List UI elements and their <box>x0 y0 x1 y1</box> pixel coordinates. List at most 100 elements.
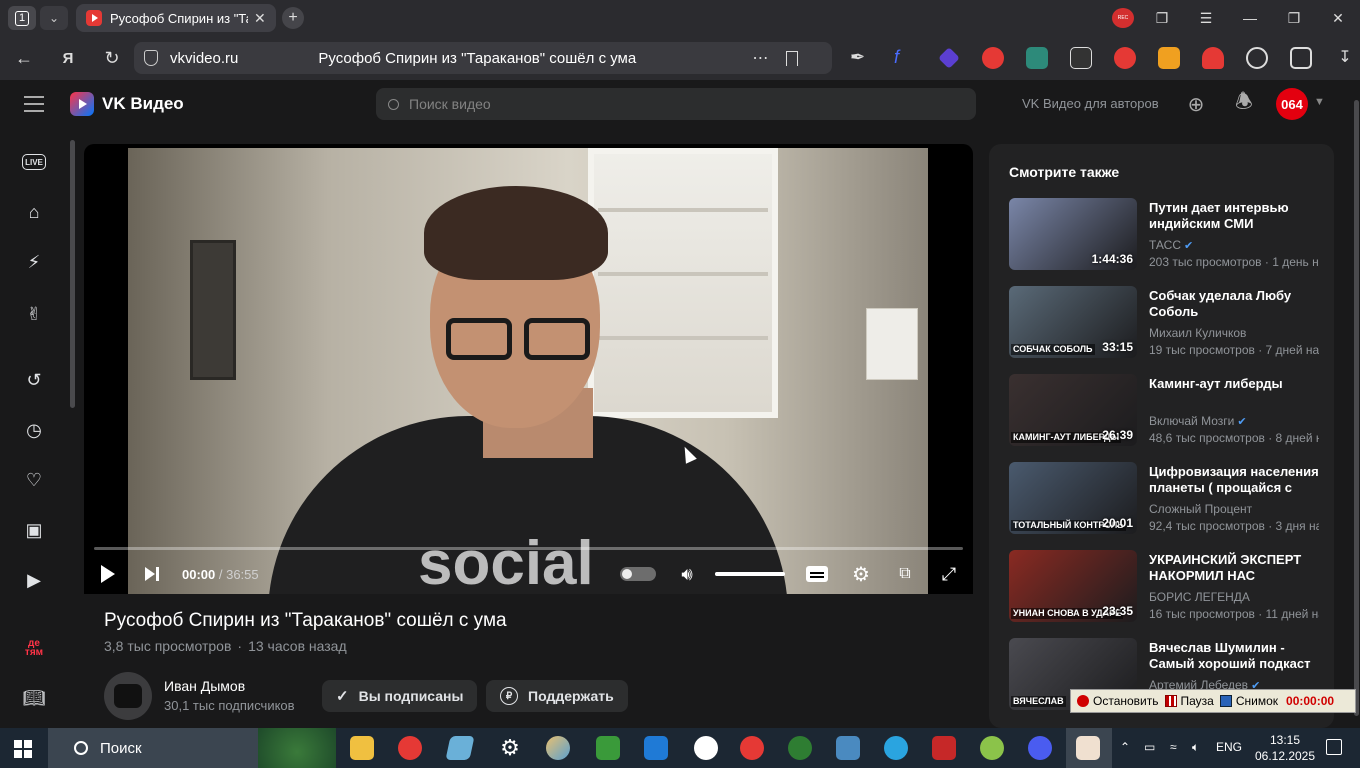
volume-slider[interactable] <box>715 572 785 576</box>
nav-playlists-icon[interactable]: ▶ <box>22 568 46 592</box>
diamond-extension-icon[interactable] <box>938 47 960 69</box>
tray-chevron-up-icon[interactable]: ⌃ <box>1120 740 1130 754</box>
messenger-app-icon[interactable] <box>1028 736 1052 760</box>
recommended-video-title[interactable]: Собчак уделала Любу Соболь <box>1149 288 1319 320</box>
people-app-icon[interactable] <box>836 736 860 760</box>
tab-close-icon[interactable]: ✕ <box>254 10 266 27</box>
language-indicator[interactable]: ENG <box>1216 740 1242 754</box>
recommended-video-card[interactable]: ТОТАЛЬНЫЙ КОНТРОЛЬ 20:01 Цифровизация насе… <box>1009 462 1327 536</box>
yandex-music-icon[interactable] <box>740 736 764 760</box>
paint-app-icon[interactable] <box>546 736 570 760</box>
file-explorer-icon[interactable] <box>350 736 374 760</box>
notes-app-icon[interactable] <box>445 736 475 760</box>
nav-kids-logo[interactable]: де тям <box>22 636 46 660</box>
recorder-app-icon[interactable] <box>1076 736 1100 760</box>
for-authors-link[interactable]: VK Видео для авторов <box>1022 96 1159 111</box>
play-button[interactable] <box>96 562 120 586</box>
burger-menu-icon[interactable] <box>24 96 44 117</box>
yandex-icon[interactable]: Я <box>56 46 80 70</box>
recommended-video-card[interactable]: УНИАН СНОВА В УДАРЕ 23:35 УКРАИНСКИЙ ЭКСПЕ… <box>1009 550 1327 624</box>
recommended-video-author[interactable]: Михаил Куличков <box>1149 326 1246 340</box>
s-extension-icon[interactable] <box>1026 47 1048 69</box>
youtube-extension-icon[interactable] <box>1114 47 1136 69</box>
recommended-video-card[interactable]: СОБЧАК СОБОЛЬ 33:15 Собчак уделала Любу Со… <box>1009 286 1327 360</box>
vscode-icon[interactable] <box>644 736 668 760</box>
recommended-video-title[interactable]: УКРАИНСКИЙ ЭКСПЕРТ НАКОРМИЛ НАС СКАЗКАМИ <box>1149 552 1319 584</box>
battery-icon[interactable]: ▭ <box>1144 740 1155 754</box>
restore-button[interactable]: ❐ <box>1272 10 1316 27</box>
miniplayer-icon[interactable]: ⧉ <box>893 562 917 586</box>
speaker-icon[interactable]: 🔈︎ <box>1192 740 1199 755</box>
heart-extension-icon[interactable] <box>1202 47 1224 69</box>
orange-extension-icon[interactable] <box>1158 47 1180 69</box>
recommended-video-thumbnail[interactable]: ТОТАЛЬНЫЙ КОНТРОЛЬ 20:01 <box>1009 462 1137 534</box>
recommended-video-author[interactable]: Сложный Процент <box>1149 502 1252 516</box>
browser-tab[interactable]: Русофоб Спирин из "Тараканов" сошёл с ум… <box>76 4 276 32</box>
page-scrollbar[interactable] <box>1354 100 1359 716</box>
recommended-video-title[interactable]: Вячеслав Шумилин - Самый хороший подкаст <box>1149 640 1319 672</box>
back-arrow-icon[interactable]: ← <box>12 46 36 70</box>
filezilla-icon[interactable] <box>932 736 956 760</box>
subscribed-button[interactable]: ✓ Вы подписаны <box>322 680 478 712</box>
video-search-box[interactable] <box>376 88 976 120</box>
nav-subscriptions-hand-icon[interactable]: ✌︎ <box>22 302 46 326</box>
notepad-plus-icon[interactable] <box>596 736 620 760</box>
taskbar-clock[interactable]: 13:15 06.12.2025 <box>1254 732 1316 764</box>
recorder-snapshot-button[interactable]: Снимок <box>1219 694 1278 708</box>
swirl-app-icon[interactable] <box>980 736 1004 760</box>
settings-gear-icon[interactable]: ⚙︎ <box>849 562 873 586</box>
video-extension-icon[interactable] <box>1246 47 1268 69</box>
windows-start-icon[interactable] <box>14 740 32 758</box>
nav-history-icon[interactable]: ↺ <box>22 368 46 392</box>
nav-liked-heart-icon[interactable]: ♡ <box>22 468 46 492</box>
vk-video-logo[interactable]: VK Видео <box>70 92 184 116</box>
fullscreen-icon[interactable]: ⤢ <box>937 562 961 586</box>
nav-live-icon[interactable]: LIVE <box>22 154 46 170</box>
nav-watch-later-clock-icon[interactable]: ◷ <box>22 418 46 442</box>
recommended-video-card[interactable]: КАМИНГ-АУТ ЛИБЕРДЫ 26:39 Каминг-аут либерд… <box>1009 374 1327 448</box>
minimize-button[interactable]: — <box>1228 10 1272 26</box>
channel-name[interactable]: Иван Дымов <box>164 678 245 694</box>
recommended-video-thumbnail[interactable]: 1:44:36 <box>1009 198 1137 270</box>
glasses-extension-icon[interactable] <box>1070 47 1092 69</box>
channel-avatar[interactable] <box>104 672 152 720</box>
nav-my-videos-icon[interactable]: ▣ <box>22 518 46 542</box>
search-input[interactable] <box>409 96 909 112</box>
font-extension-icon[interactable]: f <box>894 47 916 69</box>
notifications-icon[interactable] <box>1326 739 1342 755</box>
reload-icon[interactable]: ↻ <box>100 46 124 70</box>
chevron-down-icon[interactable]: ▼ <box>1314 96 1325 108</box>
recommended-video-thumbnail[interactable]: КАМИНГ-АУТ ЛИБЕРДЫ 26:39 <box>1009 374 1137 446</box>
bookmark-icon[interactable] <box>786 50 799 66</box>
nav-book-icon[interactable]: 📖︎ <box>22 686 46 710</box>
recommended-video-thumbnail[interactable]: СОБЧАК СОБОЛЬ 33:15 <box>1009 286 1137 358</box>
volume-icon[interactable]: 🔊︎ <box>675 562 699 586</box>
adblock-extension-icon[interactable] <box>982 47 1004 69</box>
wifi-icon[interactable]: ≈ <box>1170 740 1177 754</box>
recommended-video-title[interactable]: Каминг-аут либерды <box>1149 376 1319 392</box>
bookmarks-icon[interactable]: ❐ <box>1140 10 1184 27</box>
yandex-browser-icon[interactable] <box>398 736 422 760</box>
recommended-video-author[interactable]: ТАСС ✔ <box>1149 238 1193 252</box>
telegram-icon[interactable] <box>884 736 908 760</box>
video-frame[interactable]: social <box>128 148 928 594</box>
nav-home-icon[interactable]: ⌂ <box>22 200 46 224</box>
pipette-extension-icon[interactable]: ✒ <box>850 47 872 69</box>
notifications-bell-icon[interactable]: 🕭 <box>1232 91 1256 116</box>
left-nav-scrollbar[interactable] <box>70 140 75 408</box>
progress-bar[interactable] <box>94 547 963 550</box>
subtitles-button[interactable] <box>805 562 829 586</box>
tab-list-chevron-icon[interactable]: ⌄ <box>40 6 68 30</box>
puzzle-extension-icon[interactable] <box>1290 47 1312 69</box>
recommended-video-author[interactable]: Включай Мозги ✔ <box>1149 414 1247 428</box>
user-avatar[interactable]: 064 <box>1276 88 1308 120</box>
recommended-video-author[interactable]: БОРИС ЛЕГЕНДА <box>1149 590 1250 604</box>
autoplay-toggle[interactable] <box>620 567 656 581</box>
recommended-video-thumbnail[interactable]: УНИАН СНОВА В УДАРЕ 23:35 <box>1009 550 1137 622</box>
menu-icon[interactable]: ☰ <box>1184 10 1228 27</box>
more-dots-icon[interactable]: ⋯ <box>752 48 768 68</box>
tab-counter-button[interactable]: 1 <box>8 6 36 30</box>
close-window-button[interactable]: ✕ <box>1316 10 1360 27</box>
settings-gear-icon[interactable]: ⚙︎ <box>498 736 522 760</box>
recommended-video-title[interactable]: Цифровизация населения планеты ( прощайс… <box>1149 464 1319 496</box>
